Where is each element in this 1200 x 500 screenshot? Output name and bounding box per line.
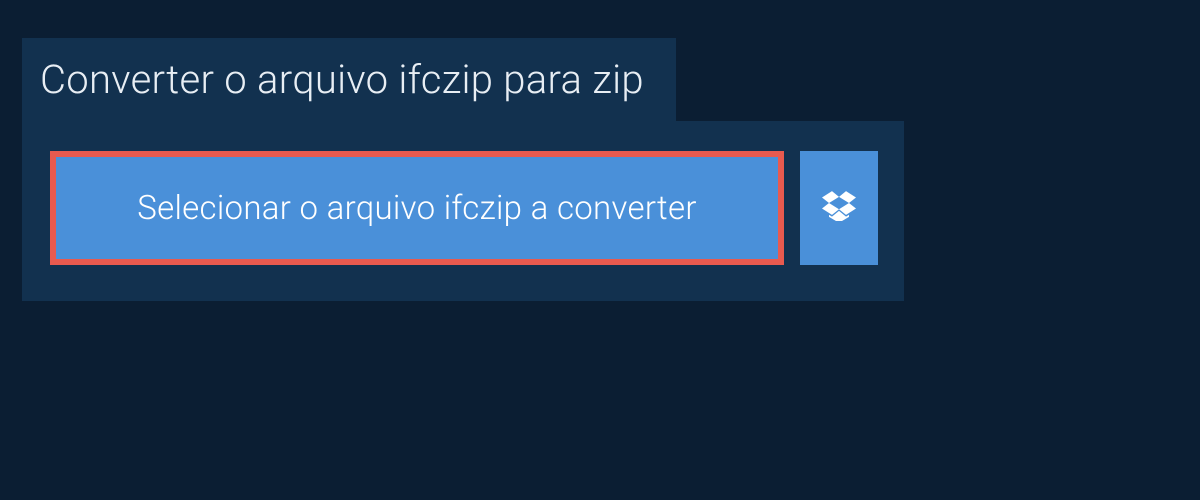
page-container: Converter o arquivo ifczip para zip Sele… (0, 0, 1200, 339)
select-file-label: Selecionar o arquivo ifczip a converter (137, 189, 697, 228)
select-file-button[interactable]: Selecionar o arquivo ifczip a converter (50, 151, 784, 265)
dropbox-icon (822, 191, 856, 225)
converter-panel: Selecionar o arquivo ifczip a converter (22, 121, 904, 301)
page-title: Converter o arquivo ifczip para zip (40, 56, 644, 103)
button-row: Selecionar o arquivo ifczip a converter (22, 121, 904, 301)
dropbox-button[interactable] (800, 151, 878, 265)
header-tab: Converter o arquivo ifczip para zip (22, 38, 676, 121)
